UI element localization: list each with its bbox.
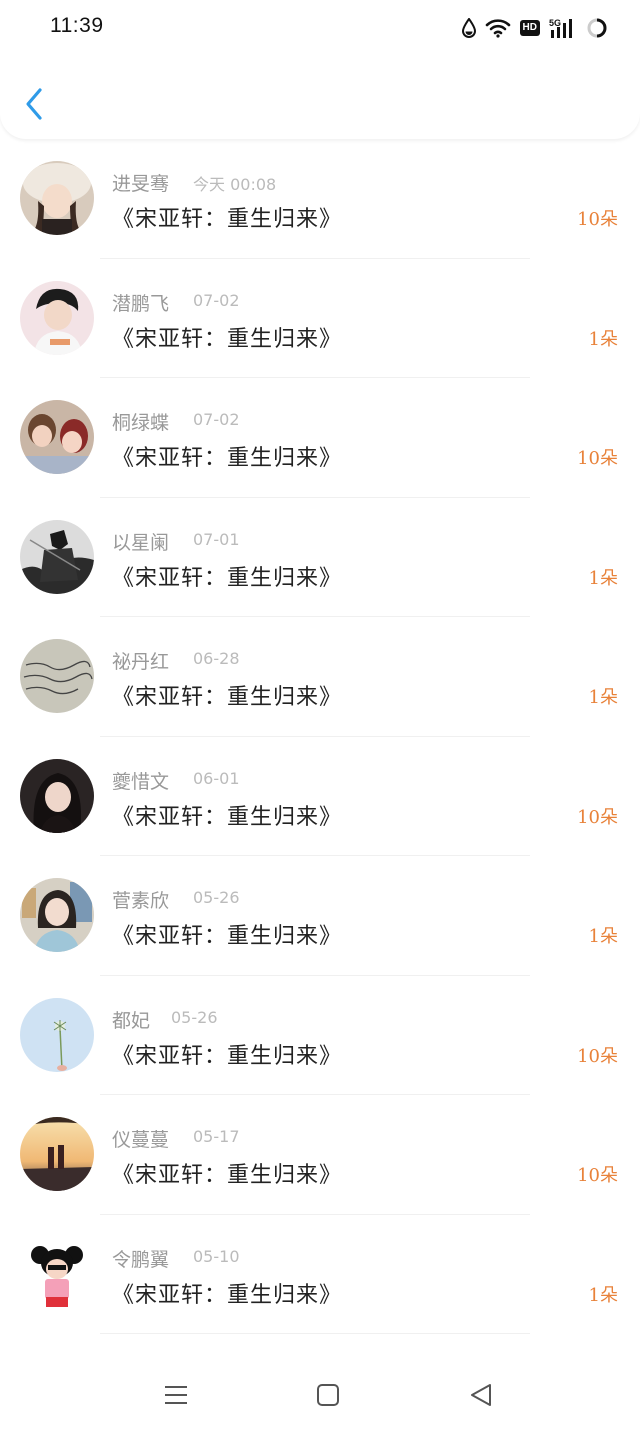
svg-text:5G: 5G [549,18,561,28]
book-title: 《宋亚轩：重生归来》 [112,1043,343,1069]
flower-count: 1朵 [588,328,618,350]
list-item[interactable]: 夔惜文 06-01 《宋亚轩：重生归来》 10朵 [0,737,640,856]
book-title: 《宋亚轩：重生归来》 [112,685,343,710]
gift-date: 07-02 [193,410,240,429]
avatar[interactable] [20,1236,94,1311]
list-item[interactable]: 桐绿蝶 07-02 《宋亚轩：重生归来》 10朵 [0,378,640,498]
user-name: 桐绿蝶 [112,412,170,434]
book-title: 《宋亚轩：重生归来》 [112,326,343,352]
user-name: 令鹏翼 [112,1248,170,1271]
user-name: 菅素欣 [112,890,170,912]
list-item[interactable]: 仪蔓蔓 05-17 《宋亚轩：重生归来》 10朵 [0,1095,640,1215]
book-title: 《宋亚轩：重生归来》 [112,446,343,471]
user-name: 潜鹏飞 [112,292,170,315]
menu-button[interactable] [161,1380,191,1410]
header-card: 11:39 HD 5G [0,0,640,139]
list-item[interactable]: 祕丹红 06-28 《宋亚轩：重生归来》 1朵 [0,617,640,737]
avatar[interactable] [20,758,94,833]
gift-date: 05-17 [193,1127,240,1146]
list-item[interactable]: 潜鹏飞 07-02 《宋亚轩：重生归来》 1朵 [0,259,640,378]
gift-date: 今天 00:08 [193,175,277,194]
book-title: 《宋亚轩：重生归来》 [112,207,343,232]
divider [100,1333,530,1334]
page: 11:39 HD 5G 进旻骞 今天 00:08 《宋亚轩：重生归来》 10朵 … [0,0,640,1433]
flower-count: 10朵 [577,209,618,230]
flower-count: 1朵 [588,687,618,708]
chevron-left-icon [26,88,42,120]
flower-count: 1朵 [588,926,618,947]
user-name: 仪蔓蔓 [112,1129,170,1151]
user-name: 进旻骞 [112,173,170,195]
list-item[interactable]: 进旻骞 今天 00:08 《宋亚轩：重生归来》 10朵 [0,139,640,259]
gift-date: 05-26 [193,888,240,907]
gift-date: 05-26 [171,1007,218,1027]
gift-date: 06-28 [193,649,240,668]
gift-date: 06-01 [193,768,240,788]
flower-count: 1朵 [588,567,618,589]
back-triangle-icon [471,1384,491,1406]
book-title: 《宋亚轩：重生归来》 [112,804,343,830]
gift-list: 进旻骞 今天 00:08 《宋亚轩：重生归来》 10朵 潜鹏飞 07-02 《宋… [0,139,640,1334]
system-nav-bar [0,1360,640,1433]
menu-icon [165,1386,187,1404]
user-name: 祕丹红 [112,651,170,673]
book-title: 《宋亚轩：重生归来》 [112,924,343,949]
avatar[interactable] [20,400,94,474]
status-time: 11:39 [50,14,104,37]
list-item[interactable]: 菅素欣 05-26 《宋亚轩：重生归来》 1朵 [0,856,640,976]
battery-ring-icon [586,17,608,39]
gift-date: 05-10 [193,1246,240,1266]
user-name: 夔惜文 [112,770,170,793]
gift-date: 07-01 [193,529,240,549]
gift-date: 07-02 [193,290,240,310]
avatar[interactable] [20,639,94,713]
flower-count: 10朵 [577,448,618,469]
flower-count: 1朵 [588,1284,618,1306]
5g-signal-icon: 5G [549,18,577,38]
flower-count: 10朵 [577,1045,618,1067]
book-title: 《宋亚轩：重生归来》 [112,1163,343,1188]
water-drop-icon [461,18,476,38]
book-title: 《宋亚轩：重生归来》 [112,565,343,591]
back-button[interactable] [20,86,50,122]
flower-count: 10朵 [577,806,618,828]
list-item[interactable]: 令鹏翼 05-10 《宋亚轩：重生归来》 1朵 [0,1215,640,1334]
avatar[interactable] [20,161,94,235]
status-icons: HD 5G [461,17,608,39]
back-nav-button[interactable] [466,1380,496,1410]
book-title: 《宋亚轩：重生归来》 [112,1282,343,1308]
avatar[interactable] [20,878,94,952]
home-button[interactable] [313,1380,343,1410]
status-bar: 11:39 HD 5G [0,0,640,58]
hd-icon: HD [519,20,540,36]
home-square-icon [317,1384,339,1406]
wifi-icon [485,18,511,38]
avatar[interactable] [20,519,94,594]
avatar[interactable] [20,997,94,1072]
user-name: 以星阑 [112,531,170,554]
flower-count: 10朵 [577,1165,618,1186]
avatar[interactable] [20,280,94,355]
list-item[interactable]: 都妃 05-26 《宋亚轩：重生归来》 10朵 [0,976,640,1095]
user-name: 都妃 [112,1009,151,1032]
avatar[interactable] [20,1117,94,1191]
list-item[interactable]: 以星阑 07-01 《宋亚轩：重生归来》 1朵 [0,498,640,617]
